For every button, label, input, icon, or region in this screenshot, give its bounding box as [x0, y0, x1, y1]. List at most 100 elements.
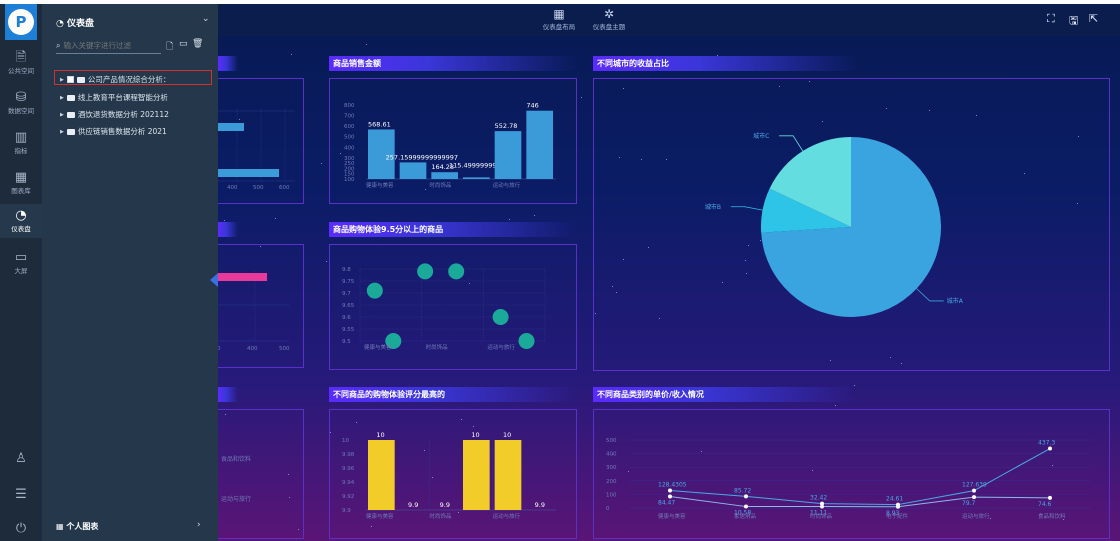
caret-right-icon[interactable]: ▶: [60, 95, 64, 101]
y-tick-label: 600: [344, 124, 355, 130]
chart-panel-partial-2: 0 400 500: [218, 244, 304, 368]
tree-item-company-product[interactable]: ▶ 公司产品情况综合分析：: [60, 74, 170, 85]
hbar: [218, 273, 267, 281]
app-logo[interactable]: P: [5, 4, 37, 40]
tick-label: 400: [227, 185, 238, 191]
data-label: 32.42: [810, 495, 827, 502]
caret-right-icon[interactable]: ▶: [60, 112, 64, 118]
series-point: [972, 488, 976, 493]
user-icon[interactable]: ♙: [0, 452, 42, 466]
rail-item-chart-library[interactable]: ▦ 图表库: [0, 168, 42, 198]
personal-charts-section[interactable]: ▦ 个人图表: [56, 521, 98, 532]
bar: [494, 131, 522, 179]
series-point: [896, 504, 900, 509]
row-label: 食品和饮料: [221, 456, 252, 463]
x-tick-label: 健康与美容: [366, 181, 394, 189]
background-star: [224, 220, 225, 221]
chevron-down-icon[interactable]: ⌄: [202, 14, 210, 24]
new-folder-icon[interactable]: ▭: [179, 39, 188, 49]
data-label: 9.9: [535, 501, 545, 509]
x-tick-label: 运动与旅行: [962, 512, 990, 520]
folder-icon: [66, 128, 75, 135]
save-icon[interactable]: 🖫: [1069, 12, 1078, 31]
tree-item-supply-chain[interactable]: ▶ 供应链销售数据分析 2021: [60, 126, 167, 137]
series-point: [744, 494, 748, 499]
data-label: 568.61: [368, 120, 391, 128]
sales-bar-chart: 100150200250300 400 500 600 700 800 568.61 257.…: [344, 102, 556, 189]
bar: [463, 440, 490, 510]
panel-title-bar: [218, 56, 238, 71]
dashboard-layout-button[interactable]: ▦ 仪表盘布局: [536, 7, 582, 31]
scatter-point: [518, 333, 535, 349]
panel-title: ◔ 仪表盘: [56, 19, 95, 29]
series-point: [1048, 495, 1052, 500]
top-rating-bar-chart: 9.9 9.92 9.94 9.96 9.98 10 10 9.9 9.9 10 10 9.9 健康与美…: [342, 431, 556, 520]
rail-item-big-screen[interactable]: ▭ 大屏: [0, 248, 42, 278]
folder-icon: [66, 111, 75, 118]
delete-icon[interactable]: 🗑: [192, 39, 203, 49]
rail-item-metrics[interactable]: ▥ 指标: [0, 128, 42, 158]
chart-panel-partial-3: 食品和饮料 运动与旅行: [218, 409, 304, 539]
rail-item-dashboard[interactable]: ◔ 仪表盘: [0, 204, 42, 238]
data-label: 10: [503, 431, 511, 439]
settings-sliders-icon[interactable]: ☰: [0, 488, 42, 502]
panel-title-city: 不同城市的收益占比: [593, 56, 858, 71]
x-tick-label: 家居用品: [734, 512, 757, 520]
data-label: 128.4305: [658, 482, 687, 489]
dashboard-theme-button[interactable]: ✲ 仪表盘主题: [586, 7, 632, 31]
y-tick-label: 9.65: [342, 303, 355, 309]
rail-item-data-space[interactable]: ⛁ 数据空间: [0, 88, 42, 118]
background-star: [321, 163, 322, 164]
data-label: 85.72: [734, 487, 751, 494]
chart-library-icon: ▦: [56, 522, 67, 531]
x-tick-label: 运动与旅行: [493, 512, 521, 520]
series-point: [744, 504, 748, 509]
y-tick-label: 9.75: [342, 279, 355, 285]
power-icon[interactable]: ⏻: [0, 522, 42, 536]
y-tick-label: 9.7: [342, 291, 351, 297]
chevron-right-icon[interactable]: ›: [197, 520, 201, 530]
x-tick-label: 时尚饰品: [810, 512, 833, 520]
scatter-point: [417, 263, 434, 280]
x-tick-label: 运动与旅行: [493, 181, 521, 189]
caret-right-icon[interactable]: ▶: [60, 77, 64, 83]
rail-item-public-space[interactable]: 🗎 公共空间: [0, 48, 42, 78]
tick-label: 400: [247, 346, 258, 352]
logo-mark-icon: P: [8, 9, 34, 35]
background-star: [509, 219, 510, 220]
search-input[interactable]: [63, 41, 154, 50]
hbar: [218, 169, 279, 177]
y-tick-label: 0: [606, 506, 610, 512]
fullscreen-icon[interactable]: ⛶: [1047, 12, 1055, 26]
series-point: [668, 488, 672, 493]
background-star: [366, 44, 367, 45]
data-label: 24.61: [886, 496, 903, 503]
item-checkbox[interactable]: [66, 76, 74, 83]
new-file-icon[interactable]: 🗋: [166, 39, 173, 55]
sparkle-icon: ✲: [603, 7, 615, 21]
data-label: 127.639: [962, 482, 987, 489]
pie-leader-line: [730, 206, 763, 211]
caret-right-icon[interactable]: ▶: [60, 129, 64, 135]
pie-leader-line: [779, 135, 804, 152]
gauge-icon: ◔: [56, 19, 67, 29]
y-tick-label: 400: [344, 145, 355, 151]
chart-library-icon: ▦: [14, 170, 28, 185]
panel-title-price: 不同商品类别的单价/收入情况: [593, 387, 858, 402]
panel-title-bar: [218, 222, 238, 237]
y-tick-label: 250: [344, 161, 355, 167]
y-tick-label: 200: [344, 166, 355, 172]
folder-icon: [66, 94, 75, 101]
tree-item-online-education[interactable]: ▶ 线上教育平台课程智能分析: [60, 92, 168, 103]
collapse-panel-handle[interactable]: [210, 273, 218, 287]
pie-label: 城市A: [947, 297, 964, 305]
bar: [463, 177, 490, 179]
scatter-point: [366, 282, 383, 299]
sales-chart-panel: 100 150 200 250 300 400 500 600 700 800 568.61 257.…: [329, 78, 577, 204]
y-tick-label: 500: [606, 438, 617, 444]
search-field[interactable]: ⌕: [56, 38, 161, 54]
tree-item-beverage-returns[interactable]: ▶ 酒饮退货数据分析 202112: [60, 109, 169, 120]
y-tick-label: 150: [344, 172, 355, 178]
share-export-icon[interactable]: ⇱: [1089, 12, 1098, 25]
data-label: 9.9: [408, 501, 418, 509]
